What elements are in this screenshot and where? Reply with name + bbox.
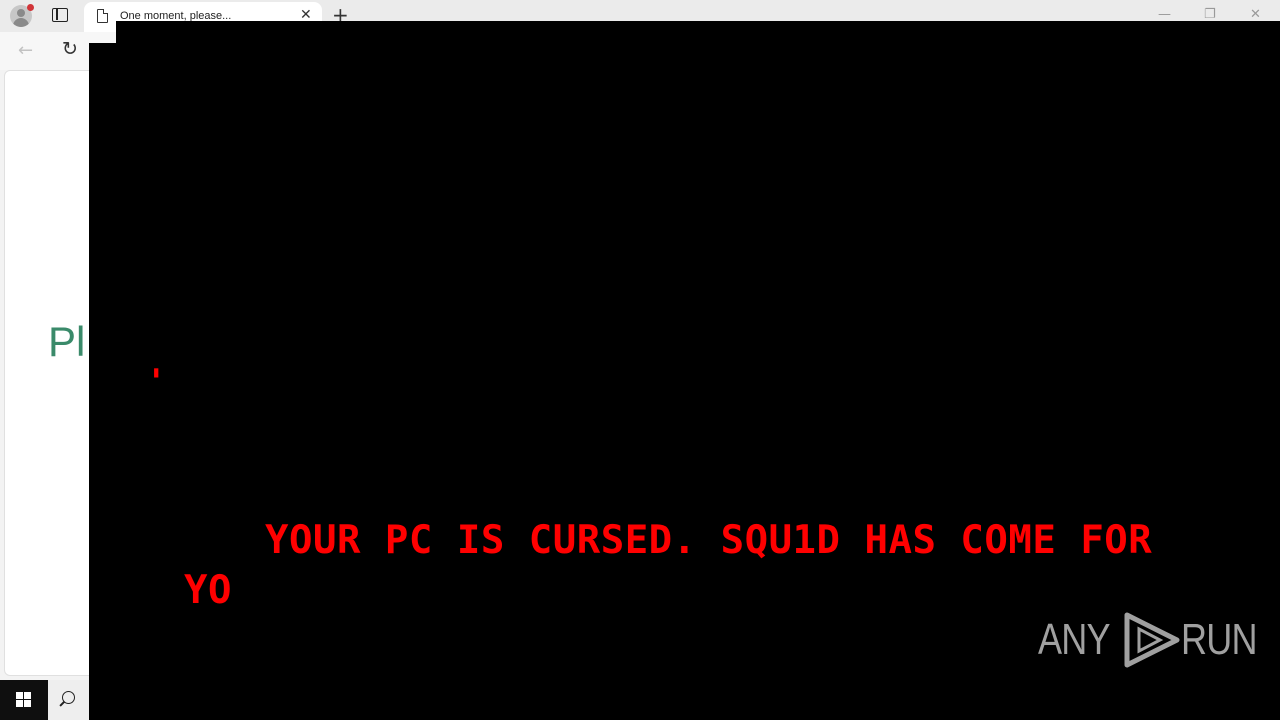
overlay-top-strip <box>116 21 1280 45</box>
watermark-any: ANY <box>1038 615 1111 664</box>
search-icon[interactable] <box>48 680 88 720</box>
red-fragment: ' <box>146 362 167 402</box>
back-arrow-icon[interactable]: ← <box>18 40 33 61</box>
curse-message-line1: YOUR PC IS CURSED. SQU1D HAS COME FOR <box>265 518 1153 563</box>
document-icon <box>97 9 108 23</box>
desktop-screen: One moment, please... ✕ + — ❐ ✕ ← ↻ Pl '… <box>0 0 1280 720</box>
curse-message-line2: YO <box>184 568 232 613</box>
restore-button[interactable]: ❐ <box>1204 7 1216 22</box>
close-window-button[interactable]: ✕ <box>1250 7 1261 22</box>
anyrun-watermark: ANY RUN <box>1038 608 1274 672</box>
play-triangle-icon <box>1124 612 1180 668</box>
watermark-run: RUN <box>1181 615 1258 664</box>
minimize-button[interactable]: — <box>1158 7 1171 22</box>
notification-dot <box>27 4 34 11</box>
page-partial-heading: Pl <box>48 318 86 365</box>
windows-logo-icon[interactable] <box>0 680 48 720</box>
tab-actions-icon[interactable] <box>52 8 68 22</box>
refresh-icon[interactable]: ↻ <box>62 38 78 60</box>
